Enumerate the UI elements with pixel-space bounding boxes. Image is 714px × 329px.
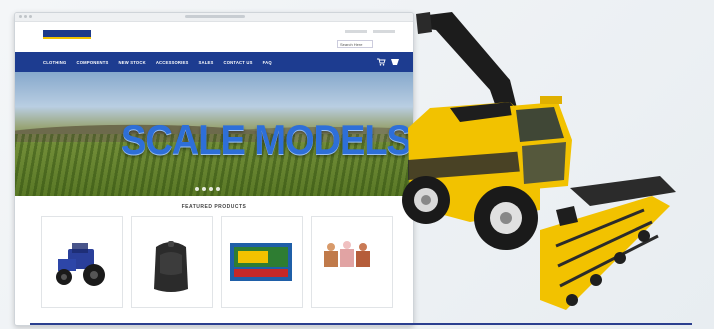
- forage-harvester-image: [402, 12, 676, 310]
- nav-item-sales[interactable]: SALES: [199, 60, 214, 65]
- boxed-model-image: [230, 243, 292, 281]
- hero-banner: SCALE MODELS: [15, 72, 413, 196]
- browser-window: Search Here CLOTHING COMPONENTS NEW STOC…: [14, 12, 414, 326]
- toy-figures-image: [324, 241, 370, 267]
- nav-item-components[interactable]: COMPONENTS: [76, 60, 108, 65]
- blue-tractor-image: [56, 243, 105, 286]
- product-grid: [15, 216, 413, 308]
- nav-item-faq[interactable]: FAQ: [263, 60, 272, 65]
- product-card-toy-figures[interactable]: [311, 216, 393, 308]
- logo-bar: [43, 30, 91, 39]
- main-navbar: CLOTHING COMPONENTS NEW STOCK ACCESSORIE…: [15, 52, 413, 72]
- header-links: [345, 30, 395, 33]
- nav-item-clothing[interactable]: CLOTHING: [43, 60, 66, 65]
- site-logo[interactable]: [43, 28, 91, 46]
- product-card-boxed-model[interactable]: [221, 216, 303, 308]
- cart-icon[interactable]: [377, 58, 386, 66]
- search-input[interactable]: Search Here: [337, 40, 373, 48]
- hero-title: SCALE MODELS: [121, 117, 412, 165]
- browser-titlebar: [15, 13, 413, 22]
- address-bar[interactable]: [185, 15, 245, 18]
- nav-item-contact-us[interactable]: CONTACT US: [223, 60, 252, 65]
- nav-item-accessories[interactable]: ACCESSORIES: [156, 60, 189, 65]
- featured-title: FEATURED PRODUCTS: [181, 204, 247, 210]
- site-header: Search Here: [15, 22, 413, 52]
- carousel-dots[interactable]: [195, 187, 220, 191]
- product-card-tractor[interactable]: [41, 216, 123, 308]
- header-link-account[interactable]: [345, 30, 367, 33]
- window-controls[interactable]: [19, 15, 32, 18]
- bottom-accent-line: [30, 323, 692, 325]
- backpack-image: [154, 241, 188, 292]
- nav-item-new-stock[interactable]: NEW STOCK: [118, 60, 145, 65]
- product-card-backpack[interactable]: [131, 216, 213, 308]
